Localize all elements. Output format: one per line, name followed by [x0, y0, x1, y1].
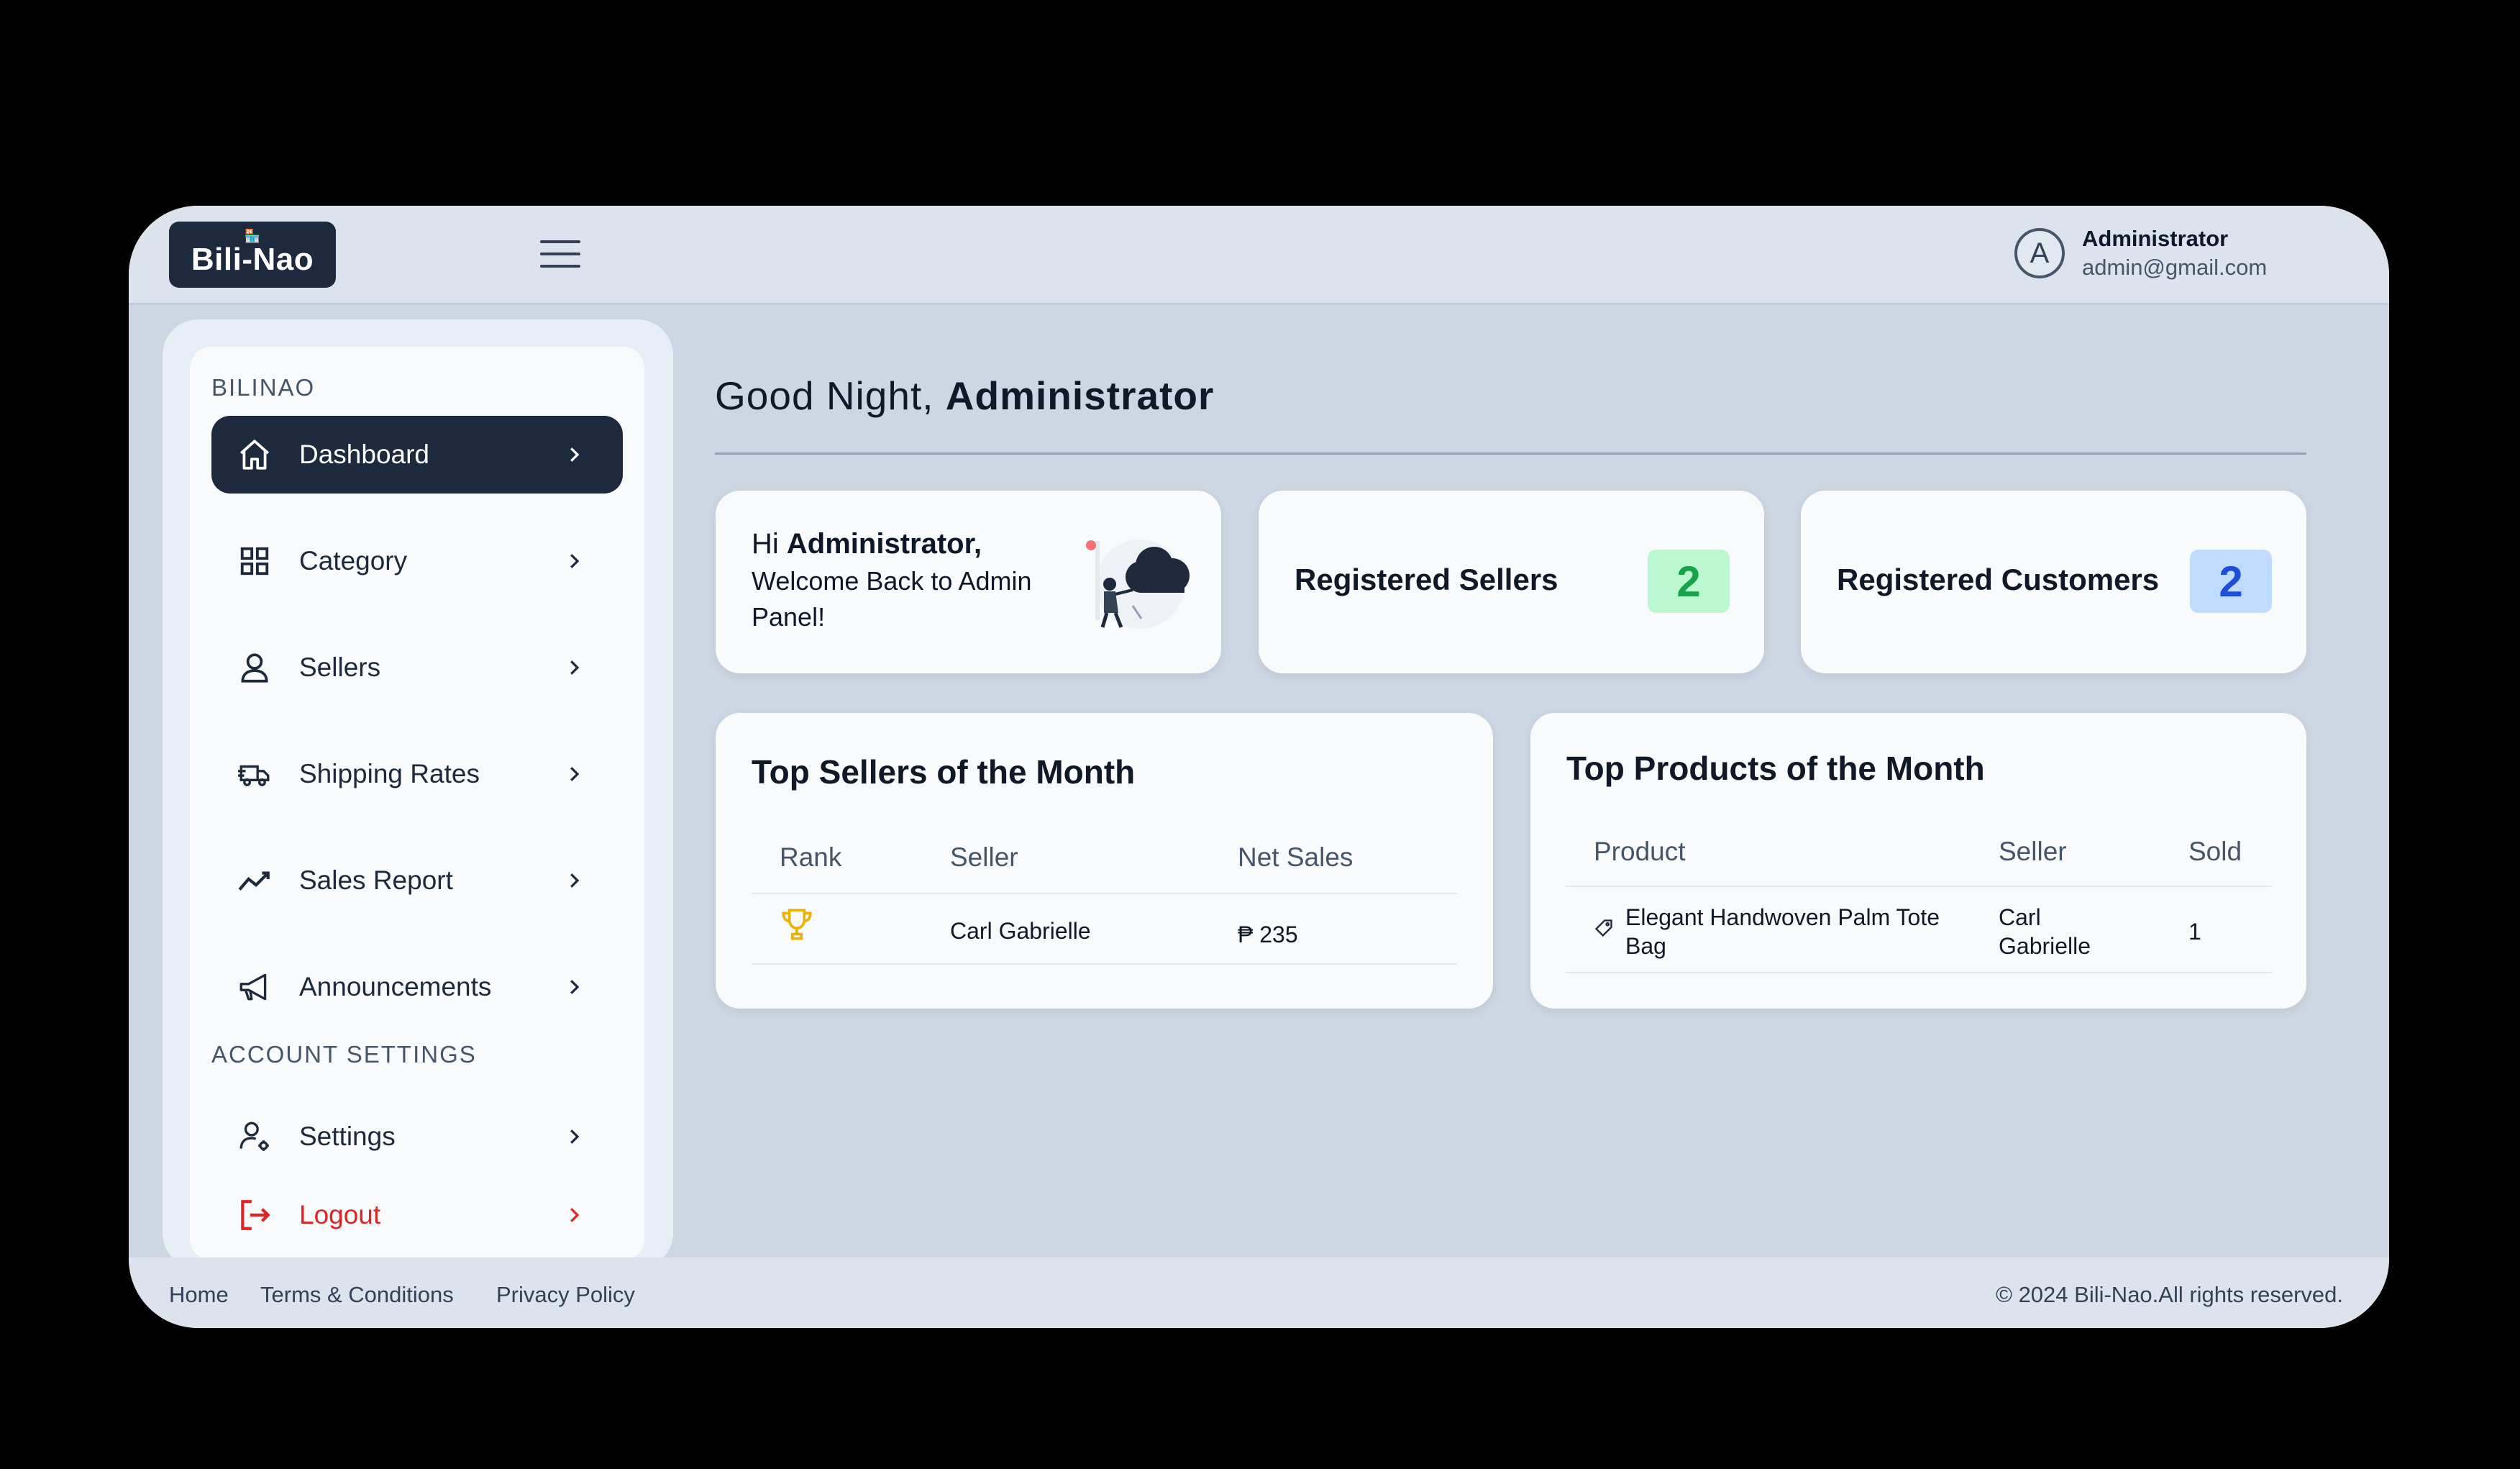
- welcome-subtitle: Welcome Back to Admin Panel!: [752, 566, 1032, 632]
- logout-icon: [233, 1193, 276, 1237]
- user-settings-icon: [233, 1115, 276, 1158]
- chevron-right-icon: [561, 442, 587, 468]
- table-divider: [752, 963, 1457, 965]
- truck-icon: [233, 752, 276, 796]
- product-name: Elegant Handwoven Palm Tote Bag: [1625, 904, 1940, 959]
- welcome-title: Hi Administrator,: [752, 528, 1068, 560]
- sidebar-item-sellers[interactable]: Sellers: [211, 629, 623, 706]
- sidebar-item-announcements[interactable]: Announcements: [211, 948, 623, 1026]
- column-header-net-sales: Net Sales: [1238, 842, 1353, 872]
- sidebar: BILINAO Dashboard Category Sellers Shipp…: [190, 347, 644, 1260]
- net-sales-value: ₱ 235: [1238, 922, 1298, 947]
- copyright-text: © 2024 Bili-Nao.All rights reserved.: [1996, 1282, 2343, 1307]
- sidebar-item-label: Dashboard: [299, 440, 430, 469]
- sidebar-item-shipping-rates[interactable]: Shipping Rates: [211, 735, 623, 813]
- registered-sellers-count: 2: [1648, 550, 1730, 613]
- top-products-title: Top Products of the Month: [1566, 750, 1985, 787]
- column-header-rank: Rank: [780, 842, 842, 872]
- column-header-seller: Seller: [1999, 837, 2067, 866]
- product-sold: 1: [2188, 919, 2201, 945]
- trend-icon: [233, 859, 276, 902]
- chevron-right-icon: [561, 868, 587, 893]
- page-title: Good Night, Administrator: [715, 373, 1214, 419]
- grid-icon: [233, 540, 276, 583]
- table-divider: [1566, 972, 2272, 973]
- footer-link-home[interactable]: Home: [169, 1282, 229, 1308]
- registered-sellers-card: Registered Sellers 2: [1259, 491, 1764, 673]
- chevron-right-icon: [561, 655, 587, 681]
- sidebar-item-label: Logout: [299, 1200, 381, 1229]
- greeting-text: Good Night,: [715, 373, 934, 418]
- registered-customers-card: Registered Customers 2: [1801, 491, 2306, 673]
- column-header-product: Product: [1594, 837, 1686, 866]
- welcome-illustration: [1075, 534, 1197, 638]
- divider: [715, 452, 2306, 455]
- chevron-right-icon: [561, 1124, 587, 1150]
- section-label-account-settings: ACCOUNT SETTINGS: [211, 1041, 477, 1068]
- chevron-right-icon: [561, 974, 587, 1000]
- user-email: admin@gmail.com: [2082, 255, 2268, 280]
- footer-link-privacy[interactable]: Privacy Policy: [496, 1282, 635, 1308]
- section-label-bilinao: BILINAO: [211, 374, 316, 401]
- brand-logo[interactable]: 🏪 Bili-Nao: [169, 222, 336, 288]
- top-bar: 🏪 Bili-Nao A Administrator admin@gmail.c…: [129, 206, 2389, 305]
- trophy-icon: [779, 906, 815, 948]
- table-divider: [752, 893, 1457, 894]
- user-name: Administrator: [2082, 226, 2229, 251]
- registered-customers-label: Registered Customers: [1837, 563, 2160, 596]
- registered-sellers-label: Registered Sellers: [1295, 563, 1558, 596]
- chevron-right-icon: [561, 761, 587, 787]
- sidebar-item-sales-report[interactable]: Sales Report: [211, 842, 623, 919]
- home-icon: [233, 433, 276, 476]
- column-header-seller: Seller: [950, 842, 1018, 872]
- tag-icon: [1594, 918, 1614, 942]
- chevron-right-icon: [561, 548, 587, 574]
- sidebar-item-label: Shipping Rates: [299, 759, 480, 788]
- sidebar-item-label: Sellers: [299, 652, 381, 682]
- sidebar-item-logout[interactable]: Logout: [211, 1176, 623, 1254]
- top-sellers-title: Top Sellers of the Month: [752, 753, 1136, 791]
- sidebar-item-label: Announcements: [299, 972, 492, 1001]
- top-products-card: Top Products of the Month Product Seller…: [1530, 713, 2306, 1009]
- welcome-hi: Hi: [752, 528, 779, 560]
- seller-name: Carl Gabrielle: [950, 918, 1091, 944]
- sidebar-item-label: Settings: [299, 1122, 396, 1151]
- product-seller: Carl Gabrielle: [1999, 904, 2091, 959]
- sidebar-item-settings[interactable]: Settings: [211, 1098, 623, 1175]
- table-divider: [1566, 886, 2272, 887]
- megaphone-icon: [233, 965, 276, 1009]
- top-sellers-card: Top Sellers of the Month Rank Seller Net…: [716, 713, 1493, 1009]
- registered-customers-count: 2: [2190, 550, 2272, 613]
- column-header-sold: Sold: [2188, 837, 2242, 866]
- avatar: A: [2014, 228, 2065, 278]
- chevron-right-icon: [561, 1202, 587, 1228]
- greeting-name: Administrator: [945, 373, 1215, 418]
- sidebar-item-label: Sales Report: [299, 865, 453, 895]
- user-icon: [233, 646, 276, 689]
- sidebar-item-dashboard[interactable]: Dashboard: [211, 416, 623, 494]
- welcome-name: Administrator,: [786, 528, 982, 560]
- shop-icon: 🏪: [244, 229, 261, 243]
- user-profile[interactable]: A Administrator admin@gmail.com: [2014, 224, 2267, 282]
- sidebar-item-category[interactable]: Category: [211, 522, 623, 600]
- welcome-card: Hi Administrator, Welcome Back to Admin …: [716, 491, 1221, 673]
- menu-toggle-icon[interactable]: [540, 240, 580, 270]
- brand-name: Bili-Nao: [191, 242, 314, 277]
- footer: Home Terms & Conditions Privacy Policy ©…: [129, 1257, 2389, 1328]
- footer-link-terms[interactable]: Terms & Conditions: [260, 1282, 454, 1308]
- app-window: 🏪 Bili-Nao A Administrator admin@gmail.c…: [129, 206, 2389, 1328]
- sidebar-item-label: Category: [299, 546, 408, 576]
